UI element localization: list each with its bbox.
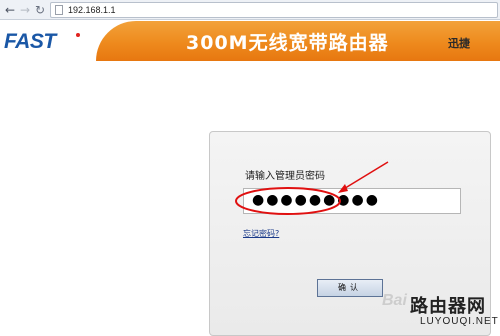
site-watermark-cn: 路由器网	[410, 296, 486, 317]
address-bar[interactable]: 192.168.1.1	[50, 2, 498, 18]
reload-icon[interactable]: ↻	[33, 3, 47, 17]
site-watermark-en: LUYOUQI.NET	[420, 316, 499, 327]
brand-name: 迅捷	[448, 37, 470, 50]
password-masked-value: ●●●●●●●●●	[252, 192, 380, 208]
browser-toolbar: ← → ↻ 192.168.1.1	[0, 0, 500, 20]
router-header: FAST 300M无线宽带路由器 迅捷	[0, 21, 500, 61]
password-input[interactable]: ●●●●●●●●●	[243, 188, 461, 214]
page-icon	[55, 5, 63, 15]
forgot-password-link[interactable]: 忘记密码?	[243, 228, 279, 239]
fast-logo: FAST	[4, 30, 56, 53]
confirm-button[interactable]: 确认	[317, 279, 383, 297]
router-model-title: 300M无线宽带路由器	[186, 32, 389, 54]
address-bar-url: 192.168.1.1	[68, 5, 116, 15]
password-prompt-label: 请输入管理员密码	[245, 171, 325, 182]
back-arrow-icon[interactable]: ←	[3, 3, 17, 17]
baidu-watermark: Bai	[382, 292, 407, 309]
forward-arrow-icon[interactable]: →	[18, 3, 32, 17]
logo-dot-icon	[76, 33, 80, 37]
